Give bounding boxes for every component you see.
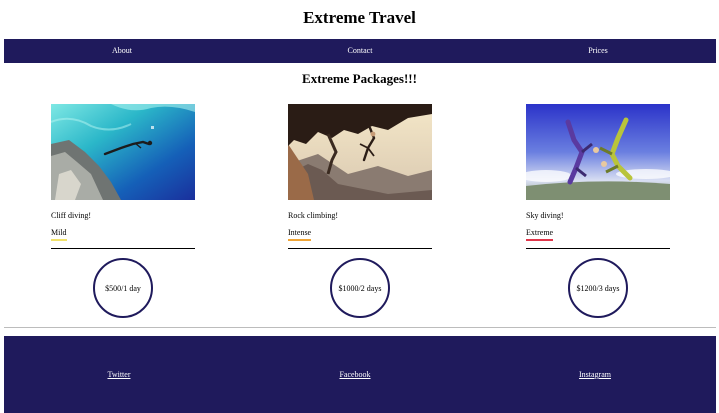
footer-link-twitter[interactable]: Twitter bbox=[108, 370, 131, 380]
package-name: Sky diving! bbox=[526, 211, 564, 220]
package-card-sky-diving: Sky diving! Extreme $1200/3 days bbox=[526, 104, 670, 318]
site-title: Extreme Travel bbox=[303, 8, 416, 27]
price-badge[interactable]: $500/1 day bbox=[93, 258, 153, 318]
price-badge[interactable]: $1200/3 days bbox=[568, 258, 628, 318]
packages-heading: Extreme Packages!!! bbox=[302, 71, 417, 86]
footer: Twitter Facebook Instagram bbox=[4, 336, 716, 413]
cliff-diving-photo bbox=[51, 104, 195, 200]
page-divider bbox=[4, 327, 716, 328]
sky-diving-photo bbox=[526, 104, 670, 200]
card-divider bbox=[288, 248, 432, 249]
footer-link-facebook[interactable]: Facebook bbox=[339, 370, 370, 380]
navbar: About Contact Prices bbox=[4, 39, 716, 63]
nav-link-contact[interactable]: Contact bbox=[348, 39, 373, 63]
footer-link-instagram[interactable]: Instagram bbox=[579, 370, 611, 380]
intensity-label: Intense bbox=[288, 228, 312, 241]
rock-climbing-photo bbox=[288, 104, 432, 200]
intensity-label: Mild bbox=[51, 228, 67, 241]
package-card-cliff-diving: Cliff diving! Mild $500/1 day bbox=[51, 104, 195, 318]
intensity-label: Extreme bbox=[526, 228, 554, 241]
card-divider bbox=[51, 248, 195, 249]
price-badge[interactable]: $1000/2 days bbox=[330, 258, 390, 318]
package-card-rock-climbing: Rock climbing! Intense $1000/2 days bbox=[288, 104, 432, 318]
package-name: Rock climbing! bbox=[288, 211, 338, 220]
card-divider bbox=[526, 248, 670, 249]
nav-link-about[interactable]: About bbox=[112, 39, 132, 63]
package-name: Cliff diving! bbox=[51, 211, 92, 220]
nav-link-prices[interactable]: Prices bbox=[588, 39, 608, 63]
